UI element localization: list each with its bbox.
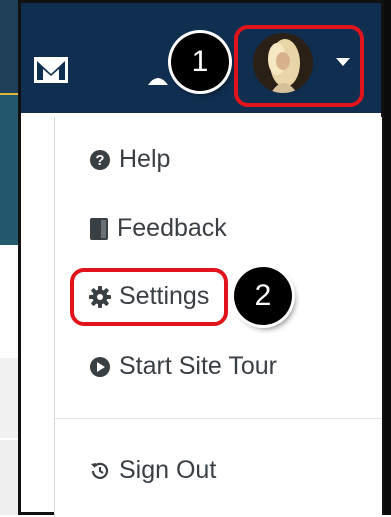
- menu-item-feedback[interactable]: Feedback: [89, 214, 227, 243]
- screenshot-frame: 1 ? Help Feedback Settings Start Site To…: [18, 0, 384, 517]
- menu-item-sign-out[interactable]: Sign Out: [89, 456, 216, 485]
- menu-item-help[interactable]: ? Help: [89, 145, 170, 174]
- svg-text:?: ?: [95, 152, 104, 169]
- question-circle-icon: ?: [90, 149, 110, 170]
- menu-item-help-label: Help: [119, 145, 171, 173]
- step-1-badge: 1: [171, 33, 229, 91]
- settings-highlight: [70, 268, 228, 326]
- avatar-photo-icon: [253, 33, 313, 93]
- mail-icon[interactable]: [33, 56, 69, 84]
- play-circle-icon: [90, 356, 110, 377]
- history-icon: [91, 462, 109, 479]
- menu-item-start-site-tour[interactable]: Start Site Tour: [89, 352, 277, 381]
- menu-divider: [55, 418, 382, 419]
- user-avatar[interactable]: [253, 33, 313, 93]
- menu-item-start-site-tour-label: Start Site Tour: [119, 352, 277, 380]
- step-2-badge: 2: [234, 267, 292, 325]
- book-icon: [90, 217, 108, 240]
- caret-down-icon[interactable]: [336, 58, 350, 66]
- menu-item-sign-out-label: Sign Out: [119, 456, 217, 484]
- menu-item-feedback-label: Feedback: [117, 214, 227, 242]
- user-icon[interactable]: [147, 75, 169, 85]
